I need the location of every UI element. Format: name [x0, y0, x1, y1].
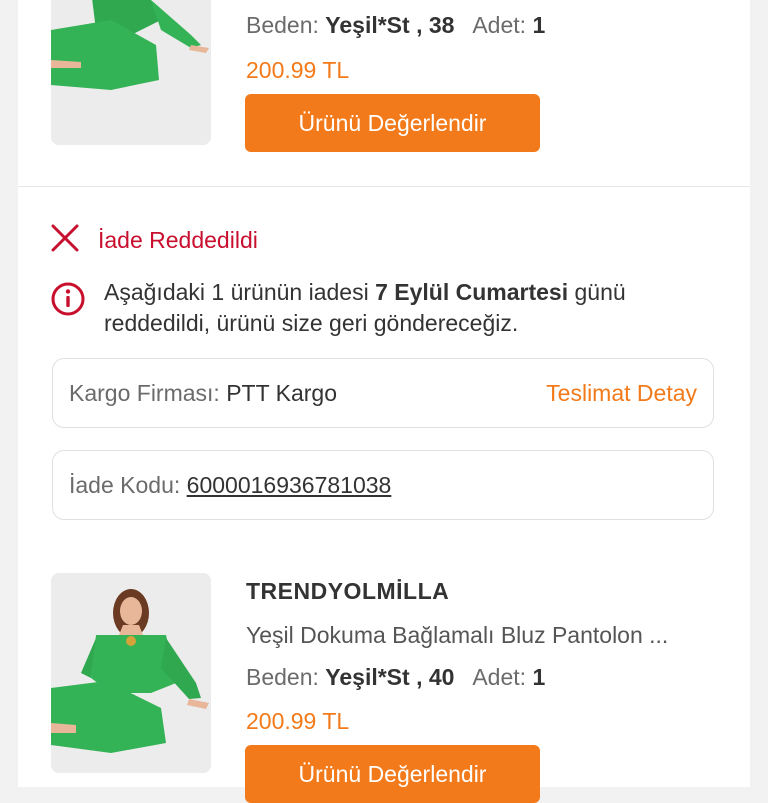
- product-image[interactable]: [51, 0, 211, 145]
- product-image[interactable]: [51, 573, 211, 773]
- size-qty-line: Beden: Yeşil*St , 38 Adet: 1: [246, 12, 545, 39]
- price: 200.99 TL: [246, 708, 350, 734]
- price: 200.99 TL: [246, 57, 350, 83]
- review-product-button[interactable]: Ürünü Değerlendir: [245, 745, 540, 803]
- close-x-icon: [50, 223, 80, 258]
- size-qty-line: Beden: Yeşil*St , 40 Adet: 1: [246, 664, 545, 691]
- review-product-button[interactable]: Ürünü Değerlendir: [245, 94, 540, 152]
- size-value: Yeşil*St , 40: [325, 664, 455, 690]
- size-label: Beden:: [246, 12, 319, 38]
- qty-value: 1: [532, 664, 546, 690]
- qty-label: Adet:: [472, 664, 527, 690]
- info-date: 7 Eylül Cumartesi: [375, 279, 569, 305]
- return-code-label: İade Kodu:: [69, 471, 181, 498]
- size-label: Beden:: [246, 664, 319, 690]
- cargo-value: PTT Kargo: [226, 379, 338, 406]
- qty-label: Adet:: [472, 12, 527, 38]
- return-status: İade Reddedildi: [50, 223, 258, 258]
- return-card: İade Reddedildi Aşağıdaki 1 ürünün iades…: [18, 187, 750, 803]
- info-circle-icon: [50, 281, 86, 339]
- cargo-box: Kargo Firması: PTT Kargo Teslimat Detay: [52, 358, 714, 428]
- info-text: Aşağıdaki 1 ürünün iadesi 7 Eylül Cumart…: [104, 277, 704, 339]
- qty-value: 1: [532, 12, 546, 38]
- size-value: Yeşil*St , 38: [325, 12, 455, 38]
- status-text: İade Reddedildi: [98, 227, 258, 253]
- product-name[interactable]: Yeşil Dokuma Bağlamalı Bluz Pantolon ...: [246, 622, 716, 649]
- info-text-part: Aşağıdaki 1 ürünün iadesi: [104, 279, 369, 305]
- return-code[interactable]: 6000016936781038: [187, 472, 392, 499]
- return-info: Aşağıdaki 1 ürünün iadesi 7 Eylül Cumart…: [50, 277, 704, 339]
- delivery-detail-link[interactable]: Teslimat Detay: [546, 380, 697, 407]
- product-brand: TRENDYOLMİLLA: [246, 578, 450, 604]
- return-code-box: İade Kodu: 6000016936781038: [52, 450, 714, 520]
- cargo-label: Kargo Firması:: [69, 379, 220, 406]
- order-item-card: Beden: Yeşil*St , 38 Adet: 1 200.99 TL Ü…: [18, 0, 750, 187]
